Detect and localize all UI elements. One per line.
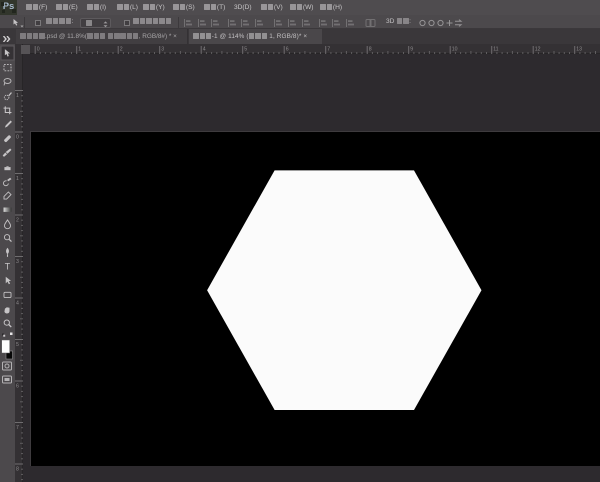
svg-text:1: 1 [16,176,19,182]
svg-text:6: 6 [16,384,19,390]
svg-text:4: 4 [203,47,206,53]
svg-text:2: 2 [120,47,123,53]
svg-text:T: T [5,262,11,272]
svg-text:7: 7 [327,47,330,53]
svg-text:1: 1 [16,93,19,99]
svg-text:9: 9 [410,47,413,53]
svg-text:0: 0 [16,135,19,141]
svg-text:11: 11 [493,47,498,53]
svg-text:0: 0 [37,47,40,53]
svg-text:1: 1 [78,47,81,53]
svg-text:8: 8 [369,47,372,53]
svg-text:8: 8 [16,467,19,473]
svg-text:12: 12 [535,47,541,53]
svg-text:5: 5 [16,342,19,348]
svg-text:5: 5 [244,47,247,53]
svg-text:6: 6 [286,47,289,53]
svg-text:2: 2 [16,218,19,224]
svg-text:4: 4 [16,301,19,307]
svg-text:3: 3 [16,259,19,265]
svg-text:7: 7 [16,425,19,431]
svg-text:10: 10 [452,47,458,53]
svg-text:13: 13 [576,47,582,53]
svg-text:3: 3 [161,47,164,53]
